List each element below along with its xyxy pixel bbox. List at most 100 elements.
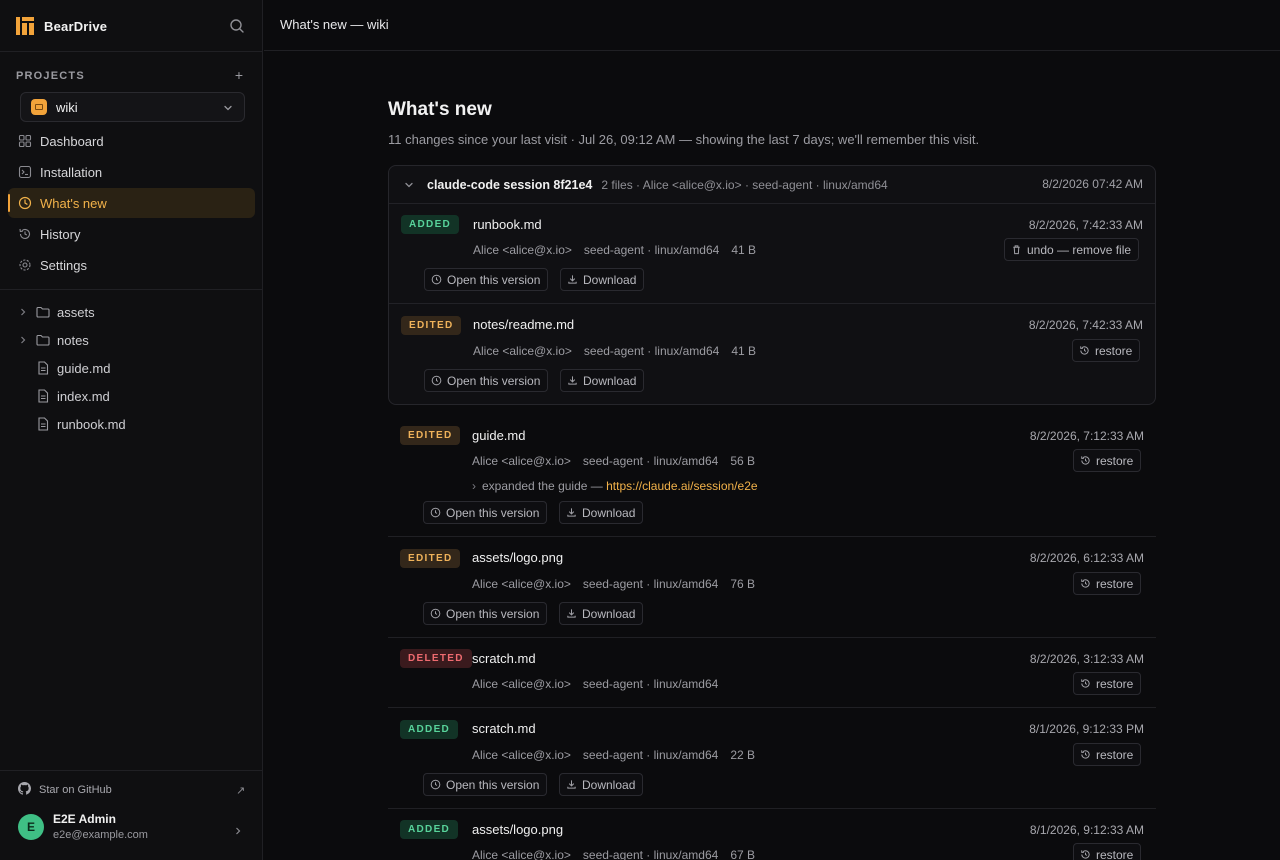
restore-button[interactable]: restore — [1073, 843, 1142, 860]
project-select[interactable]: wiki — [20, 92, 245, 122]
file-name[interactable]: runbook.md — [473, 217, 542, 232]
entry-meta: Alice <alice@x.io> seed-agent · linux/amd… — [472, 577, 755, 591]
restore-label: restore — [1095, 343, 1133, 358]
file-icon — [36, 417, 50, 431]
sidebar-item-dashboard[interactable]: Dashboard — [8, 126, 255, 156]
search-icon[interactable] — [227, 16, 247, 36]
download-button[interactable]: Download — [559, 602, 644, 625]
session-link[interactable]: https://claude.ai/session/e2e — [606, 479, 757, 493]
download-button[interactable]: Download — [560, 268, 645, 291]
file-name[interactable]: assets/logo.png — [472, 550, 563, 565]
entry-meta: Alice <alice@x.io> seed-agent · linux/amd… — [473, 243, 756, 257]
restore-button[interactable]: restore — [1073, 572, 1142, 595]
restore-button[interactable]: restore — [1072, 339, 1141, 362]
sidebar-item-settings[interactable]: Settings — [8, 250, 255, 280]
row-divider — [388, 536, 1156, 537]
file-icon — [36, 361, 50, 375]
clock-icon — [431, 274, 442, 285]
sidebar: BearDrive PROJECTS + wiki Dashboard Inst… — [0, 0, 263, 860]
external-link-icon[interactable]: ↗ — [236, 784, 245, 797]
download-icon — [567, 609, 576, 618]
entry-author: Alice <alice@x.io> — [472, 677, 571, 691]
entry-agent: seed-agent · linux/amd64 — [582, 454, 719, 468]
user-menu[interactable]: E E2E Admin e2e@example.com — [18, 812, 148, 841]
add-project-button[interactable]: + — [232, 68, 246, 82]
undo-label: undo — remove file — [1027, 242, 1132, 257]
tree-folder-assets[interactable]: assets — [16, 298, 256, 326]
commit-note[interactable]: › expanded the guide — https://claude.ai/… — [472, 479, 758, 493]
breadcrumb: What's new — wiki — [280, 17, 389, 32]
tree-file-runbook[interactable]: runbook.md — [16, 410, 256, 438]
page-subtitle: 11 changes since your last visit · Jul 2… — [388, 132, 980, 147]
entry-time: 8/2/2026, 7:42:33 AM — [1028, 218, 1143, 232]
entry-size: 41 B — [731, 243, 757, 257]
note-text: expanded the guide — — [482, 479, 607, 493]
file-name[interactable]: guide.md — [472, 428, 525, 443]
download-button[interactable]: Download — [559, 501, 644, 524]
github-label: Star on GitHub — [39, 784, 112, 796]
entry-author: Alice <alice@x.io> — [472, 748, 571, 762]
github-link[interactable]: Star on GitHub — [18, 782, 112, 798]
clock-icon — [431, 375, 442, 386]
tree-item-label: notes — [57, 332, 89, 348]
entry-author: Alice <alice@x.io> — [472, 454, 571, 468]
chevron-right-icon — [16, 335, 30, 345]
sidebar-divider — [0, 51, 263, 52]
download-button[interactable]: Download — [559, 773, 644, 796]
session-meta: 2 files · Alice <alice@x.io> · seed-agen… — [601, 177, 888, 192]
sidebar-item-installation[interactable]: Installation — [8, 157, 255, 187]
restore-button[interactable]: restore — [1073, 743, 1142, 766]
open-version-button[interactable]: Open this version — [423, 602, 548, 625]
projects-label: PROJECTS — [16, 70, 85, 82]
tree-folder-notes[interactable]: notes — [16, 326, 256, 354]
download-label: Download — [582, 606, 636, 621]
sidebar-divider — [0, 289, 263, 290]
restore-label: restore — [1096, 847, 1134, 860]
file-name[interactable]: scratch.md — [472, 651, 536, 666]
history-icon — [1080, 346, 1089, 355]
entry-time: 8/2/2026, 7:12:33 AM — [1029, 429, 1144, 443]
sidebar-item-whats-new[interactable]: What's new — [8, 188, 255, 218]
tree-file-guide[interactable]: guide.md — [16, 354, 256, 382]
row-divider — [388, 707, 1156, 708]
download-icon — [568, 275, 577, 284]
brand[interactable]: BearDrive — [16, 14, 107, 38]
chevron-down-icon[interactable] — [403, 179, 415, 191]
download-label: Download — [583, 373, 637, 388]
sidebar-item-history[interactable]: History — [8, 219, 255, 249]
dashboard-icon — [18, 134, 32, 148]
restore-button[interactable]: restore — [1073, 672, 1142, 695]
file-name[interactable]: scratch.md — [472, 721, 536, 736]
file-tree: assets notes guide.md index.md runbook.m… — [16, 298, 256, 438]
open-version-button[interactable]: Open this version — [423, 501, 548, 524]
restore-button[interactable]: restore — [1073, 449, 1142, 472]
row-divider — [388, 808, 1156, 809]
tree-file-index[interactable]: index.md — [16, 382, 256, 410]
download-button[interactable]: Download — [560, 369, 645, 392]
undo-remove-button[interactable]: undo — remove file — [1004, 238, 1140, 261]
entry-agent: seed-agent · linux/amd64 — [583, 243, 720, 257]
session-header[interactable]: claude-code session 8f21e4 2 files · Ali… — [389, 166, 1155, 204]
row-divider — [389, 303, 1155, 304]
file-icon — [36, 389, 50, 403]
brand-name: BearDrive — [44, 18, 108, 34]
open-version-button[interactable]: Open this version — [423, 773, 548, 796]
download-icon — [568, 376, 577, 385]
topbar: What's new — wiki — [264, 0, 1280, 51]
open-version-button[interactable]: Open this version — [424, 268, 549, 291]
open-version-button[interactable]: Open this version — [424, 369, 549, 392]
entry-time: 8/2/2026, 3:12:33 AM — [1029, 652, 1144, 666]
sidebar-item-label: Installation — [40, 164, 103, 180]
restore-label: restore — [1096, 453, 1134, 468]
file-name[interactable]: notes/readme.md — [473, 317, 574, 332]
history-icon — [1081, 456, 1090, 465]
tree-item-label: index.md — [57, 388, 110, 404]
entry-time: 8/1/2026, 9:12:33 PM — [1029, 722, 1144, 736]
file-name[interactable]: assets/logo.png — [472, 822, 563, 837]
download-label: Download — [582, 505, 636, 520]
restore-label: restore — [1096, 747, 1134, 762]
clock-icon — [18, 196, 32, 210]
sidebar-nav: Dashboard Installation What's new Histor… — [8, 126, 255, 281]
chevron-right-icon[interactable] — [233, 824, 243, 839]
entry-agent: seed-agent · linux/amd64 — [582, 748, 719, 762]
